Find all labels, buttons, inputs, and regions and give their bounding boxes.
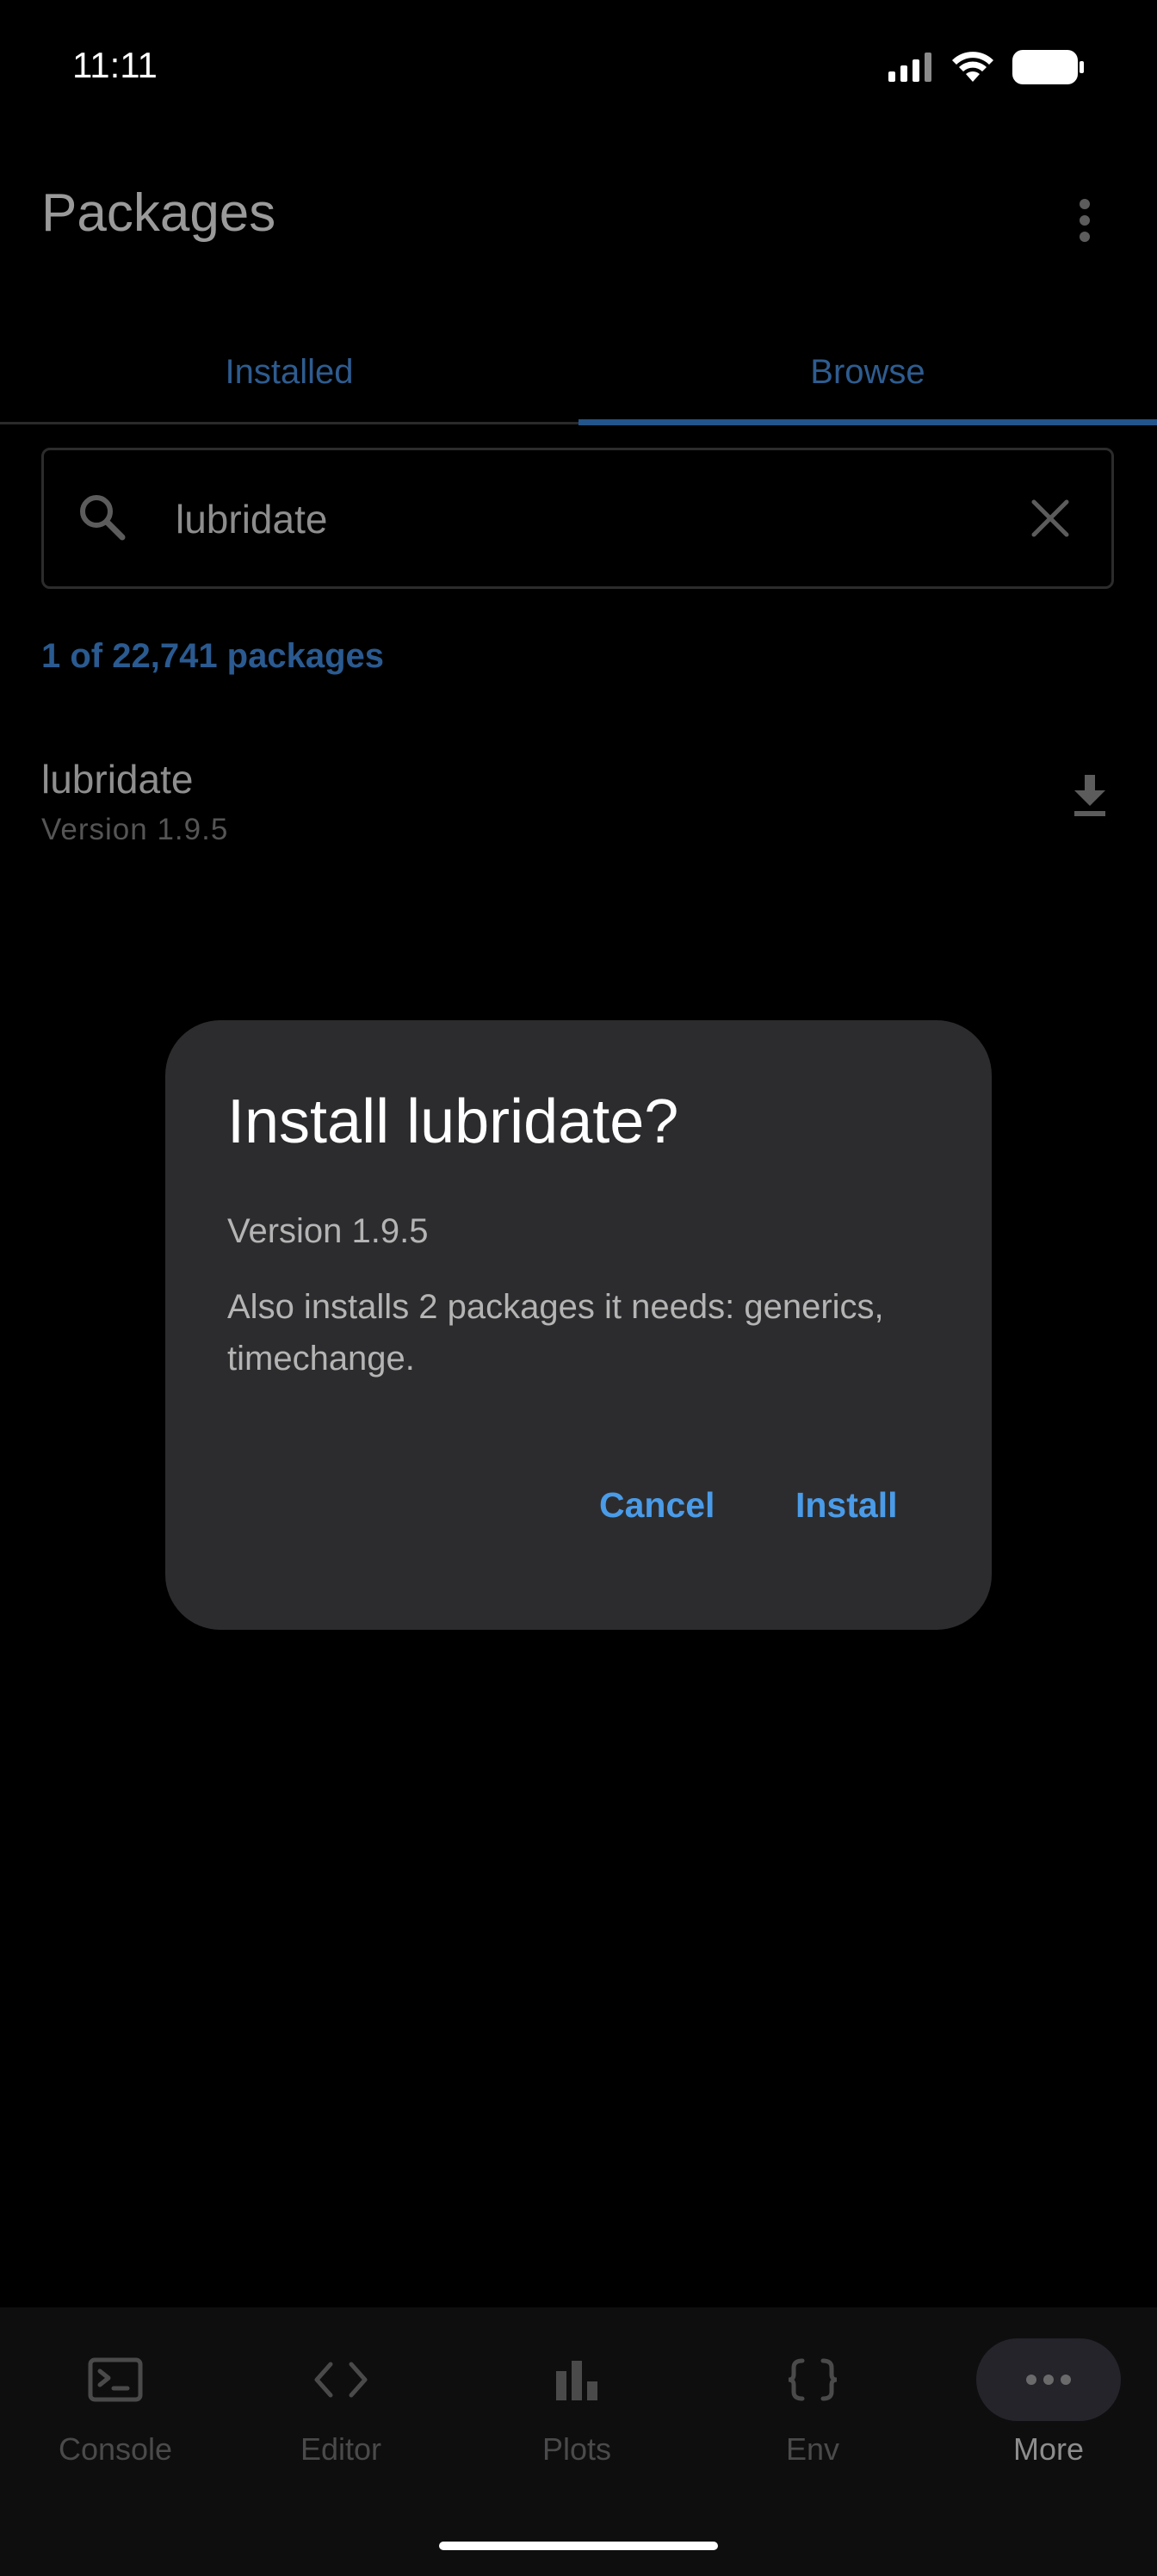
nav-label: More <box>1012 2431 1085 2467</box>
home-indicator[interactable] <box>439 2542 718 2550</box>
tab-browse[interactable]: Browse <box>578 319 1157 425</box>
nav-item-env[interactable]: Env <box>697 2338 928 2476</box>
nav-item-editor[interactable]: Editor <box>226 2338 456 2476</box>
dialog-title: Install lubridate? <box>227 1087 679 1156</box>
result-count: 1 of 22,741 packages <box>41 637 385 675</box>
search-input[interactable] <box>176 489 950 549</box>
braces-icon <box>788 2358 838 2401</box>
dialog-dependencies: Also installs 2 packages it needs: gener… <box>227 1288 884 1378</box>
overflow-menu-button[interactable] <box>1055 191 1114 250</box>
tab-bar: Installed Browse <box>0 319 1157 425</box>
console-icon <box>88 2357 143 2402</box>
nav-item-plots[interactable]: Plots <box>461 2338 692 2476</box>
tab-installed[interactable]: Installed <box>0 319 578 425</box>
nav-label: Env <box>785 2431 840 2467</box>
bar-chart-icon <box>556 2361 597 2400</box>
search-icon <box>80 495 126 541</box>
cancel-button[interactable]: Cancel <box>599 1474 715 1536</box>
nav-label: Console <box>58 2431 173 2467</box>
download-icon <box>1074 775 1105 816</box>
status-icons <box>888 46 1085 88</box>
nav-label: Editor <box>300 2431 382 2467</box>
nav-label: Plots <box>541 2431 612 2467</box>
nav-item-console[interactable]: Console <box>0 2338 231 2476</box>
package-name: lubridate <box>41 757 194 802</box>
install-package-button[interactable] <box>1064 770 1116 821</box>
more-vertical-icon <box>1080 199 1090 242</box>
package-version: Version 1.9.5 <box>41 813 229 846</box>
code-icon <box>314 2362 368 2398</box>
battery-icon <box>1012 50 1084 84</box>
status-time: 11:11 <box>72 45 158 85</box>
install-button[interactable]: Install <box>795 1474 897 1536</box>
signal-icon <box>888 53 931 82</box>
nav-item-more[interactable]: More <box>933 2338 1157 2476</box>
close-icon <box>1031 499 1069 537</box>
page-title: Packages <box>41 183 276 243</box>
wifi-icon <box>952 52 993 82</box>
dialog-version: Version 1.9.5 <box>227 1212 429 1250</box>
more-horizontal-icon <box>1026 2375 1071 2385</box>
tab-indicator <box>578 419 1157 425</box>
clear-search-button[interactable] <box>1026 494 1074 542</box>
